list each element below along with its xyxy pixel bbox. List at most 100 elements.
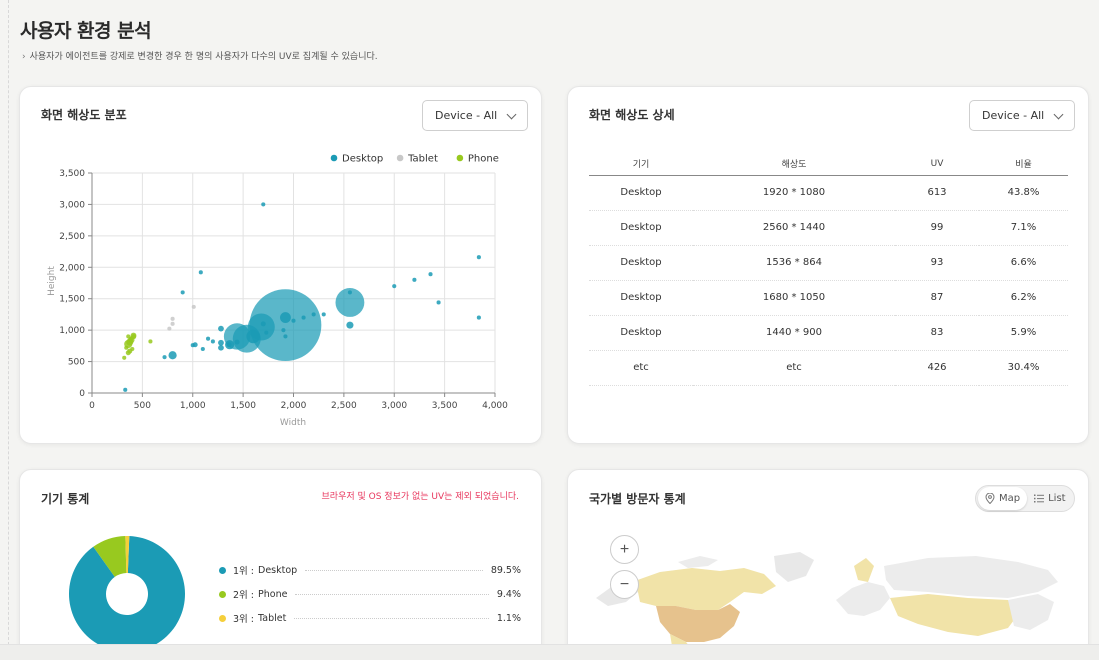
cell-device: Desktop bbox=[589, 315, 693, 351]
table-header-row: 기기 해상도 UV 비율 bbox=[589, 153, 1068, 176]
zoom-out-button[interactable]: − bbox=[610, 570, 639, 599]
data-point-desktop bbox=[198, 270, 203, 275]
x-tick-label: 2,000 bbox=[281, 401, 307, 411]
map-region-scandinavia bbox=[854, 558, 874, 582]
data-point-desktop bbox=[180, 290, 185, 295]
zoom-in-button[interactable]: + bbox=[610, 535, 639, 564]
col-header-ratio: 비율 bbox=[979, 153, 1068, 176]
cell-ratio: 6.6% bbox=[979, 245, 1068, 281]
data-point-desktop bbox=[218, 344, 224, 351]
data-point-tablet bbox=[170, 316, 175, 321]
y-tick-label: 2,500 bbox=[59, 232, 85, 242]
data-point-desktop bbox=[412, 277, 417, 282]
cell-resolution: 1440 * 900 bbox=[693, 315, 895, 351]
data-point-desktop bbox=[476, 315, 481, 320]
x-tick-label: 1,500 bbox=[230, 401, 256, 411]
data-point-desktop bbox=[168, 351, 177, 360]
cell-uv: 613 bbox=[895, 175, 979, 211]
cell-resolution: etc bbox=[693, 350, 895, 386]
x-tick-label: 2,500 bbox=[331, 401, 357, 411]
legend-pct: 89.5% bbox=[490, 564, 521, 576]
legend-label-desktop: Desktop bbox=[342, 154, 383, 165]
data-point-desktop bbox=[301, 315, 306, 320]
table-row: Desktop 1680 * 1050 87 6.2% bbox=[589, 280, 1068, 316]
cell-ratio: 30.4% bbox=[979, 350, 1068, 386]
legend-rank: 3위 : bbox=[233, 614, 255, 625]
data-point-desktop bbox=[264, 330, 269, 335]
map-region-asia-mid bbox=[890, 594, 1020, 636]
legend-leader bbox=[294, 617, 489, 619]
data-point-desktop bbox=[218, 339, 224, 346]
legend-dot-tablet bbox=[396, 154, 404, 162]
col-header-resolution: 해상도 bbox=[693, 153, 895, 176]
cell-resolution: 2560 * 1440 bbox=[693, 210, 895, 246]
chevron-down-icon bbox=[1053, 109, 1064, 120]
legend-name: Tablet bbox=[258, 612, 287, 624]
y-tick-label: 1,000 bbox=[59, 326, 85, 336]
resolution-detail-table: 기기 해상도 UV 비율 Desktop 1920 * 1080 613 43.… bbox=[589, 153, 1068, 386]
y-axis-label: Height bbox=[47, 266, 57, 296]
data-point-tablet bbox=[170, 321, 175, 326]
table-row: Desktop 2560 * 1440 99 7.1% bbox=[589, 210, 1068, 246]
world-map[interactable] bbox=[568, 470, 1089, 660]
chart-points bbox=[122, 202, 481, 392]
legend-dot-tablet bbox=[219, 614, 226, 622]
device-stats-note: 브라우저 및 OS 정보가 없는 UV는 제외 되었습니다. bbox=[321, 492, 519, 502]
data-point-desktop bbox=[281, 328, 286, 333]
y-tick-label: 3,500 bbox=[59, 169, 85, 179]
legend-rank: 2위 : bbox=[233, 590, 255, 601]
detail-device-filter-dropdown[interactable]: Device - All bbox=[969, 100, 1075, 131]
device-legend-item-1: 1위 : Desktop 89.5% bbox=[219, 563, 521, 577]
x-axis-label: Width bbox=[280, 418, 306, 428]
cell-ratio: 5.9% bbox=[979, 315, 1068, 351]
cell-ratio: 7.1% bbox=[979, 210, 1068, 246]
device-donut-chart bbox=[68, 536, 185, 652]
map-region-asia-north bbox=[884, 556, 1058, 598]
device-stats-card: 기기 통계 브라우저 및 OS 정보가 없는 UV는 제외 되었습니다. 1위 … bbox=[19, 469, 542, 660]
country-stats-card: 국가별 방문자 통계 Map List + − bbox=[567, 469, 1089, 660]
map-region-canada-north bbox=[678, 556, 718, 568]
x-tick-label: 4,000 bbox=[482, 401, 508, 411]
legend-dot-desktop bbox=[330, 154, 338, 162]
cell-device: etc bbox=[589, 350, 693, 386]
legend-dot-phone bbox=[219, 590, 226, 598]
col-header-device: 기기 bbox=[589, 153, 693, 176]
table-row: Desktop 1536 * 864 93 6.6% bbox=[589, 245, 1068, 281]
data-point-desktop bbox=[218, 325, 224, 332]
data-point-desktop bbox=[190, 343, 195, 348]
cell-device: Desktop bbox=[589, 245, 693, 281]
x-tick-label: 3,000 bbox=[381, 401, 407, 411]
data-point-phone bbox=[126, 334, 131, 339]
legend-name: Desktop bbox=[258, 564, 298, 576]
data-point-desktop bbox=[428, 272, 433, 277]
col-header-uv: UV bbox=[895, 153, 979, 176]
cell-uv: 83 bbox=[895, 315, 979, 351]
map-region-europe bbox=[836, 582, 890, 616]
device-legend-item-3: 3위 : Tablet 1.1% bbox=[219, 611, 521, 625]
cell-uv: 93 bbox=[895, 245, 979, 281]
cell-device: Desktop bbox=[589, 280, 693, 316]
x-tick-label: 500 bbox=[134, 401, 151, 411]
cell-resolution: 1680 * 1050 bbox=[693, 280, 895, 316]
data-point-desktop bbox=[123, 387, 128, 392]
legend-dot-phone bbox=[456, 154, 464, 162]
data-point-desktop bbox=[162, 355, 167, 360]
x-tick-label: 0 bbox=[89, 401, 95, 411]
device-legend-item-2: 2위 : Phone 9.4% bbox=[219, 587, 521, 601]
data-point-desktop bbox=[436, 300, 441, 305]
map-region-greenland bbox=[774, 552, 814, 582]
y-tick-label: 2,000 bbox=[59, 263, 85, 273]
cell-ratio: 6.2% bbox=[979, 280, 1068, 316]
legend-label-tablet: Tablet bbox=[407, 154, 438, 165]
card-title-device-stats: 기기 통계 bbox=[41, 492, 90, 506]
legend-label-phone: Phone bbox=[468, 154, 499, 165]
table-row: Desktop 1920 * 1080 613 43.8% bbox=[589, 175, 1068, 211]
legend-dot-desktop bbox=[219, 566, 226, 574]
data-point-phone bbox=[148, 339, 153, 344]
map-region-canada bbox=[632, 568, 776, 610]
legend-pct: 9.4% bbox=[496, 588, 521, 600]
map-region-asia-east bbox=[1008, 594, 1054, 630]
cell-ratio: 43.8% bbox=[979, 175, 1068, 211]
table-row: Desktop 1440 * 900 83 5.9% bbox=[589, 315, 1068, 351]
data-point-phone bbox=[122, 355, 127, 360]
